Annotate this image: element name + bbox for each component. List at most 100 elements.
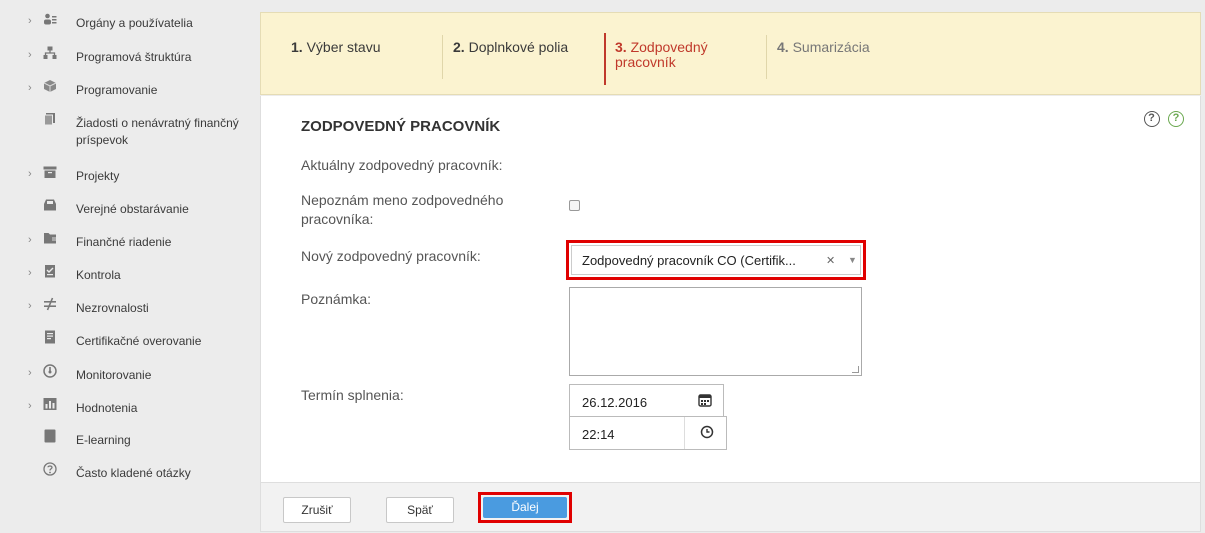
certificate-icon — [43, 330, 57, 344]
help-icons: ? ? — [1140, 108, 1184, 127]
note-label: Poznámka: — [301, 291, 372, 307]
bar-chart-icon — [43, 397, 57, 411]
wizard-steps: 1. Výber stavu 2. Doplnkové polia 3. Zod… — [260, 12, 1201, 95]
form-panel: ? ? ZODPOVEDNÝ PRACOVNÍK Aktuálny zodpov… — [260, 96, 1201, 482]
unknown-worker-label-line2: pracovníka: — [301, 211, 374, 227]
date-value: 26.12.2016 — [582, 395, 648, 410]
help-icon[interactable]: ? — [1143, 111, 1160, 127]
sidebar-item[interactable]: Verejné obstarávanie — [0, 198, 259, 234]
sidebar-item[interactable]: › Finančné riadenie — [0, 231, 259, 267]
context-help-icon[interactable]: ? — [1168, 111, 1184, 127]
time-value: 22:14 — [582, 427, 615, 442]
back-button[interactable]: Späť — [386, 497, 454, 523]
sidebar-item-label: Verejné obstarávanie — [76, 202, 189, 216]
sidebar-item-label: Často kladené otázky — [76, 466, 191, 480]
form-title: ZODPOVEDNÝ PRACOVNÍK — [301, 118, 501, 135]
sidebar-item-label: Projekty — [76, 169, 120, 183]
hierarchy-icon — [43, 46, 57, 60]
sidebar-item-label: Monitorovanie — [76, 368, 152, 382]
sidebar-item[interactable]: › Projekty — [0, 165, 259, 201]
step-number: 2. — [453, 39, 465, 55]
sidebar-item-label: Nezrovnalosti — [76, 301, 149, 315]
sidebar-item-label: Programovanie — [76, 83, 158, 97]
sidebar-item[interactable]: E-learning — [0, 429, 259, 465]
step-label: Sumarizácia — [792, 39, 870, 55]
clear-icon[interactable]: ✕ — [826, 254, 835, 267]
unknown-worker-label-line1: Nepoznám meno zodpovedného — [301, 192, 504, 208]
resize-grip-icon[interactable] — [852, 366, 859, 373]
chevron-right-icon[interactable]: › — [28, 400, 32, 412]
step-number: 4. — [777, 39, 789, 55]
sidebar-item[interactable]: › Hodnotenia — [0, 397, 259, 433]
tray-icon — [43, 198, 57, 212]
box-icon — [43, 79, 57, 93]
document-copy-icon — [43, 112, 57, 126]
chevron-right-icon[interactable]: › — [28, 82, 32, 94]
step-label: Zodpovedný pracovník — [615, 39, 708, 70]
step-number: 1. — [291, 39, 303, 55]
question-icon — [43, 462, 57, 476]
chevron-right-icon[interactable]: › — [28, 168, 32, 180]
sidebar-item[interactable]: Certifikačné overovanie — [0, 330, 259, 366]
cancel-button[interactable]: Zrušiť — [283, 497, 351, 523]
chevron-right-icon[interactable]: › — [28, 267, 32, 279]
checklist-icon — [43, 264, 57, 278]
sidebar-item-label: Finančné riadenie — [76, 235, 172, 249]
new-worker-highlight: Zodpovedný pracovník CO (Certifik... ✕ ▼ — [566, 240, 866, 280]
step-divider-active — [604, 33, 606, 85]
next-button-highlight: Ďalej — [478, 492, 572, 523]
step-label: Doplnkové polia — [468, 39, 569, 55]
step-label: Výber stavu — [306, 39, 381, 55]
new-worker-value: Zodpovedný pracovník CO (Certifik... — [582, 253, 796, 268]
current-worker-label: Aktuálny zodpovedný pracovník: — [301, 157, 503, 173]
new-worker-select[interactable]: Zodpovedný pracovník CO (Certifik... ✕ ▼ — [571, 245, 861, 275]
calendar-icon[interactable] — [698, 393, 712, 407]
sidebar-item[interactable]: › Programovanie — [0, 79, 259, 115]
sidebar-item[interactable]: › Monitorovanie — [0, 364, 259, 400]
sidebar: › Orgány a používatelia › Programová štrukt… — [0, 0, 259, 533]
wizard-step-4[interactable]: 4. Sumarizácia — [777, 40, 870, 55]
unknown-worker-label: Nepoznám meno zodpovedného pracovníka: — [301, 191, 503, 229]
chevron-right-icon[interactable]: › — [28, 367, 32, 379]
input-separator — [684, 417, 685, 449]
book-icon — [43, 429, 57, 443]
sidebar-item-label: Žiadosti o nenávratný finančný príspevok — [76, 116, 239, 147]
sidebar-item[interactable]: Žiadosti o nenávratný finančný príspevok — [0, 112, 259, 148]
sidebar-item[interactable]: › Programová štruktúra — [0, 46, 259, 82]
sidebar-item[interactable]: Často kladené otázky — [0, 462, 259, 498]
chevron-right-icon[interactable]: › — [28, 15, 32, 27]
unknown-worker-checkbox[interactable] — [569, 200, 580, 211]
step-number: 3. — [615, 39, 627, 55]
wizard-step-2[interactable]: 2. Doplnkové polia — [453, 40, 568, 55]
clock-icon[interactable] — [700, 425, 714, 439]
sidebar-item[interactable]: › Kontrola — [0, 264, 259, 300]
sidebar-item-label: Orgány a používatelia — [76, 16, 193, 30]
deadline-label: Termín splnenia: — [301, 387, 404, 403]
archive-icon — [43, 165, 57, 179]
sidebar-item[interactable]: › Nezrovnalosti — [0, 297, 259, 333]
new-worker-label: Nový zodpovedný pracovník: — [301, 248, 481, 264]
not-equal-icon — [43, 297, 57, 311]
form-footer: Zrušiť Späť Ďalej — [260, 482, 1201, 532]
chevron-right-icon[interactable]: › — [28, 234, 32, 246]
note-textarea[interactable] — [569, 287, 862, 376]
step-divider — [442, 35, 443, 79]
folder-icon — [43, 231, 57, 245]
deadline-time-input[interactable]: 22:14 — [569, 416, 727, 450]
gauge-icon — [43, 364, 57, 378]
sidebar-item-label: E-learning — [76, 433, 131, 447]
users-icon — [43, 12, 57, 26]
wizard-step-1[interactable]: 1. Výber stavu — [291, 40, 381, 55]
chevron-right-icon[interactable]: › — [28, 49, 32, 61]
sidebar-item-label: Kontrola — [76, 268, 121, 282]
wizard-step-3[interactable]: 3. Zodpovedný pracovník — [615, 40, 755, 70]
main-top-bar — [260, 0, 1205, 12]
sidebar-item-label: Hodnotenia — [76, 401, 138, 415]
sidebar-item-label: Programová štruktúra — [76, 50, 192, 64]
chevron-right-icon[interactable]: › — [28, 300, 32, 312]
sidebar-item[interactable]: › Orgány a používatelia — [0, 12, 259, 48]
next-button[interactable]: Ďalej — [483, 497, 567, 518]
caret-down-icon[interactable]: ▼ — [848, 255, 857, 265]
step-divider — [766, 35, 767, 79]
deadline-date-input[interactable]: 26.12.2016 — [569, 384, 724, 416]
